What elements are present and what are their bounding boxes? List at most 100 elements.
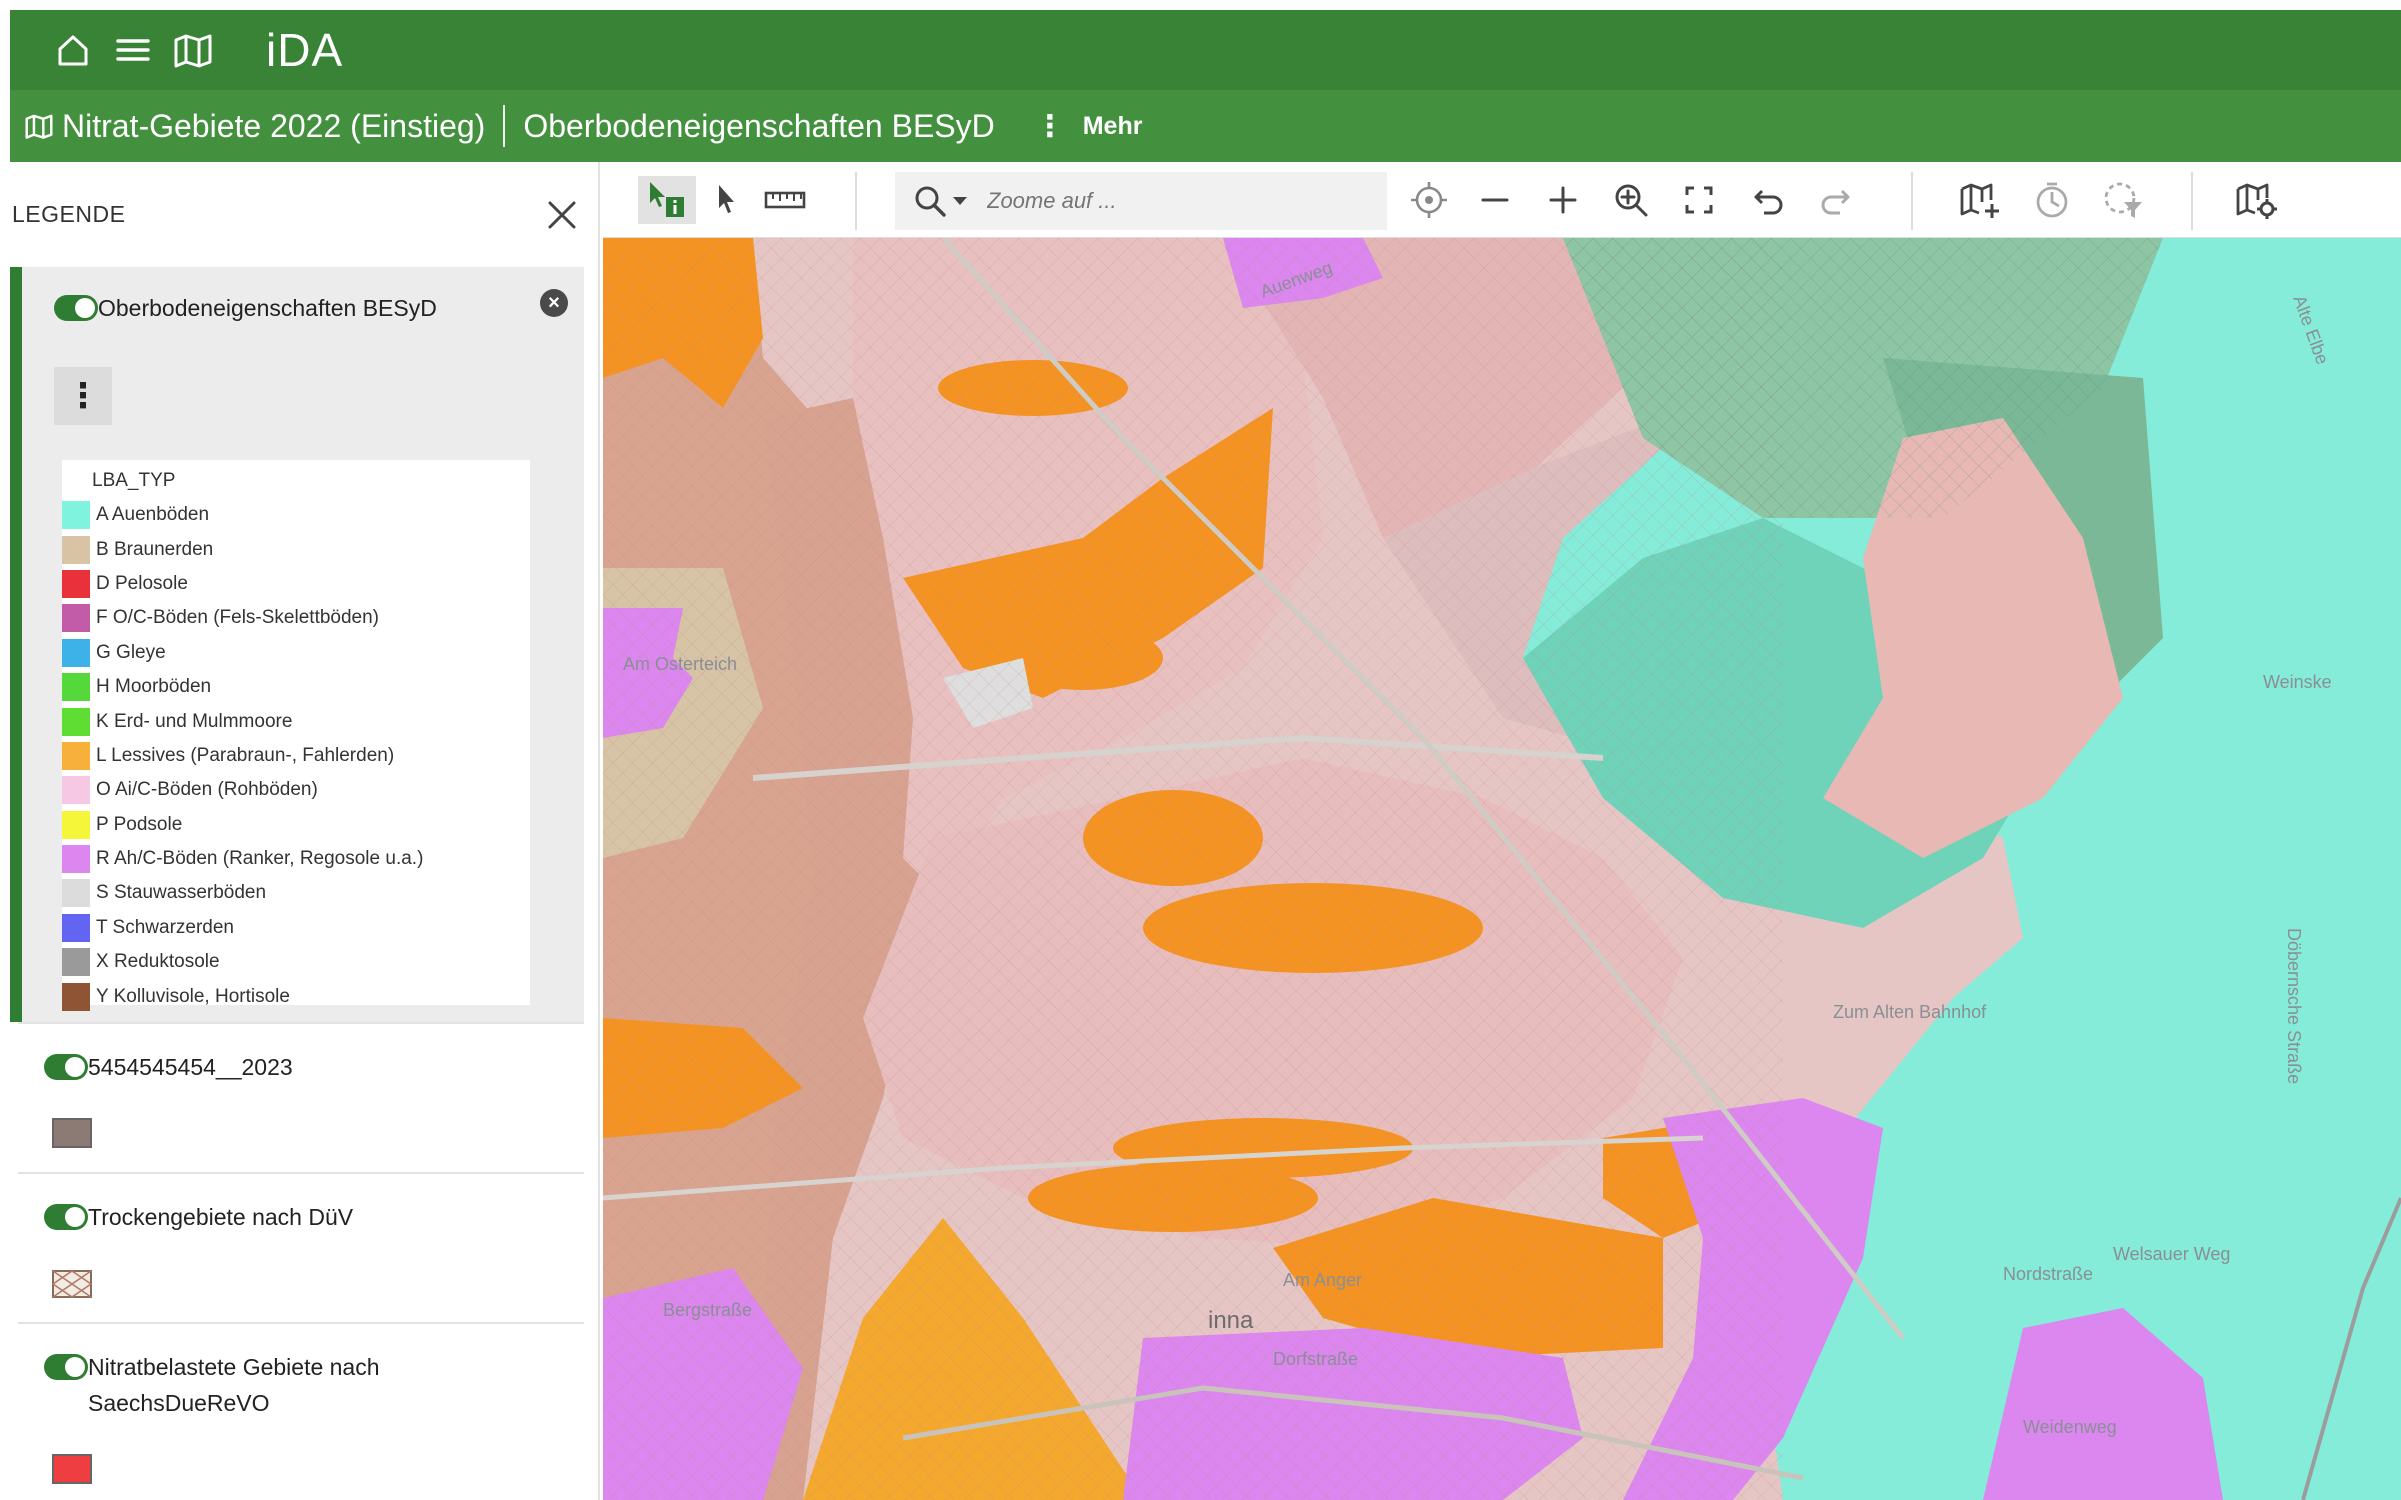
legend-entry: Y Kolluvisole, Hortisole (62, 979, 530, 1013)
legend-entry: T Schwarzerden (62, 911, 530, 945)
cursor-icon (719, 185, 734, 213)
legend-entry: A Auenböden (62, 498, 530, 532)
zoom-to-button[interactable] (1611, 176, 1651, 224)
legend-swatch (62, 501, 90, 530)
info-select-icon (650, 182, 684, 217)
map-add-icon (1960, 183, 1999, 218)
undo-icon (1754, 189, 1783, 215)
zoom-search-input[interactable] (987, 188, 1367, 214)
legend-swatch (62, 604, 90, 633)
layer-visibility-toggle[interactable] (44, 1204, 88, 1230)
redo-button[interactable] (1815, 176, 1855, 224)
layer-name-line2: SaechsDueReVO (88, 1390, 270, 1416)
legend-entry-label: L Lessives (Parabraun-, Fahlerden) (96, 744, 395, 766)
chevron-down-icon[interactable] (951, 195, 969, 207)
map-svg: Am Osterteich Bergstraße Dorfstraße Am A… (603, 238, 2401, 1500)
legend-entry-label: A Auenböden (96, 504, 210, 526)
close-icon[interactable] (542, 195, 582, 235)
legend-entry-label: Y Kolluvisole, Hortisole (96, 985, 290, 1007)
map-label-weinske: Weinske (2263, 672, 2332, 692)
menu-icon[interactable] (112, 29, 154, 71)
layer-visibility-toggle[interactable] (44, 1354, 88, 1380)
legend-entry-label: G Gleye (96, 641, 166, 663)
kebab-icon: ⋮ (1034, 109, 1065, 143)
legend-entry-label: R Ah/C-Böden (Ranker, Regosole u.a.) (96, 848, 424, 870)
legend-entry-label: H Moorböden (96, 676, 212, 698)
legend-swatch (62, 913, 90, 942)
map-toolbar (603, 162, 2401, 238)
legend-entry: S Stauwasserböden (62, 876, 530, 910)
breadcrumb-separator (503, 105, 506, 147)
area-filter-button[interactable] (2098, 176, 2146, 224)
legend-layer-oberboden: Oberbodeneigenschaften BESyD × ⋮ LBA_TYP… (10, 267, 584, 1022)
select-cursor-tool[interactable] (707, 176, 747, 224)
map-label-dorfstrasse: Dorfstraße (1273, 1349, 1358, 1369)
legend-table: LBA_TYP A Auenböden B Braunerden D Pelosol… (62, 460, 530, 1011)
lasso-filter-icon (2104, 182, 2142, 218)
legend-entry-label: O Ai/C-Böden (Rohböden) (96, 779, 318, 801)
legend-entry-label: X Reduktosole (96, 951, 220, 973)
legend-panel: LEGENDE Oberbodeneigenschaften BESyD × ⋮… (0, 162, 600, 1500)
info-select-tool[interactable] (638, 176, 696, 224)
timer-button[interactable] (2028, 176, 2076, 224)
breadcrumb-item-nitrat-gebiete[interactable]: Nitrat-Gebiete 2022 (Einstieg) (62, 108, 485, 145)
legend-swatch (52, 1118, 92, 1148)
legend-swatch (62, 638, 90, 667)
remove-layer-icon[interactable]: × (540, 289, 568, 317)
toolbar-divider (2191, 172, 2193, 230)
fullscreen-button[interactable] (1679, 176, 1719, 224)
legend-entry-label: S Stauwasserböden (96, 882, 267, 904)
legend-layer-5454545454: 5454545454__2023 (18, 1022, 584, 1172)
more-menu-button[interactable]: ⋮ Mehr (1035, 109, 1143, 144)
map-label-doebernsche-strasse: Döbernsche Straße (2284, 928, 2304, 1084)
breadcrumb: Nitrat-Gebiete 2022 (Einstieg) Oberboden… (10, 90, 2401, 162)
legend-header: LEGENDE (0, 162, 598, 267)
legend-entry: O Ai/C-Böden (Rohböden) (62, 773, 530, 807)
hatch-swatch-icon (51, 1270, 584, 1303)
legend-entry: L Lessives (Parabraun-, Fahlerden) (62, 739, 530, 773)
legend-swatch (62, 535, 90, 564)
legend-entry: D Pelosole (62, 567, 530, 601)
redo-icon (1821, 189, 1850, 215)
legend-entry-label: T Schwarzerden (96, 916, 234, 938)
legend-swatch (62, 673, 90, 702)
map-icon[interactable] (172, 29, 214, 71)
layer-options-button[interactable]: ⋮ (54, 367, 112, 425)
zoom-in-button[interactable] (1543, 176, 1583, 224)
legend-entry: B Braunerden (62, 532, 530, 566)
legend-entry-label: D Pelosole (96, 572, 188, 594)
measure-tool[interactable] (761, 176, 809, 224)
zoom-out-button[interactable] (1475, 176, 1515, 224)
search-icon[interactable] (913, 184, 947, 218)
top-app-bar: iDA (10, 10, 2401, 90)
locate-button[interactable] (1407, 176, 1451, 224)
plus-icon (1549, 186, 1577, 214)
layer-name: 5454545454__2023 (88, 1054, 293, 1080)
toolbar-divider (855, 172, 857, 230)
breadcrumb-item-oberbodeneigenschaften[interactable]: Oberbodeneigenschaften BESyD (523, 108, 994, 145)
layer-visibility-toggle[interactable] (44, 1054, 88, 1080)
legend-layer-nitratbelastet: Nitratbelastete Gebiete nach SaechsDueRe… (18, 1322, 584, 1500)
minus-icon (1481, 198, 1509, 202)
map-settings-button[interactable] (2233, 176, 2281, 224)
add-map-button[interactable] (1957, 176, 2005, 224)
legend-title: LEGENDE (12, 201, 126, 227)
map-label-am-osterteich: Am Osterteich (623, 654, 737, 674)
legend-swatch (62, 707, 90, 736)
zoom-magnifier-icon (1615, 184, 1648, 217)
map-icon (24, 113, 54, 139)
legend-swatch (62, 569, 90, 598)
home-icon[interactable] (52, 29, 94, 71)
undo-button[interactable] (1749, 176, 1789, 224)
more-menu-label: Mehr (1082, 111, 1143, 140)
legend-entry: X Reduktosole (62, 945, 530, 979)
map-canvas[interactable]: Am Osterteich Bergstraße Dorfstraße Am A… (603, 238, 2401, 1500)
map-label-weidenweg: Weidenweg (2023, 1417, 2117, 1437)
crosshair-icon (1411, 182, 1447, 218)
legend-swatch (62, 879, 90, 908)
layer-visibility-toggle[interactable] (54, 295, 98, 321)
legend-table-header: LBA_TYP (92, 470, 176, 491)
map-label-bergstrasse: Bergstraße (663, 1300, 752, 1320)
fullscreen-icon (1685, 186, 1713, 214)
legend-swatch (62, 810, 90, 839)
